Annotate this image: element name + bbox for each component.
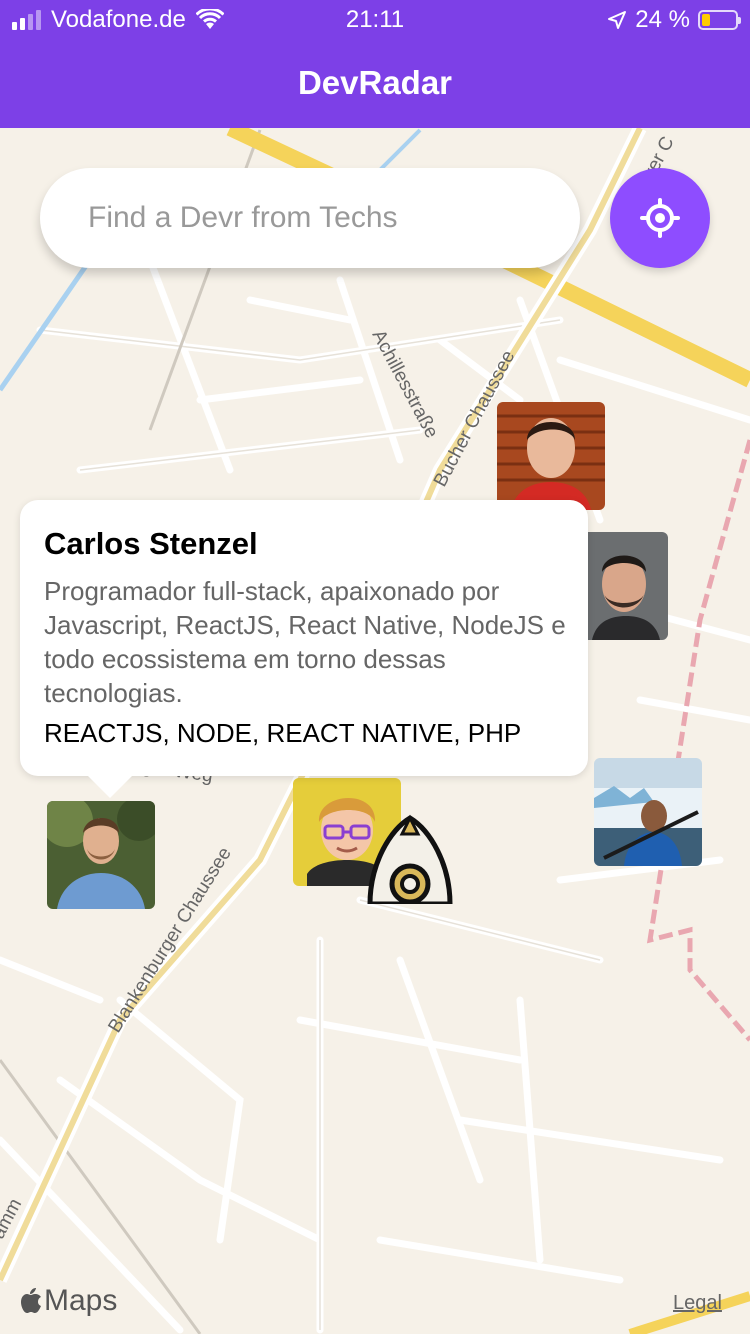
dev-marker-avatar[interactable]: [47, 801, 155, 909]
dev-callout[interactable]: Carlos Stenzel Programador full-stack, a…: [20, 500, 588, 798]
battery-percent: 24 %: [635, 6, 690, 33]
apple-icon: [21, 1288, 41, 1313]
maps-attribution: Maps: [20, 1284, 117, 1318]
search-input[interactable]: [40, 168, 580, 268]
status-bar: Vodafone.de 21:11 24 %: [0, 0, 750, 40]
dev-marker-avatar[interactable]: [360, 812, 460, 904]
dev-bio: Programador full-stack, apaixonado por J…: [44, 576, 566, 708]
location-arrow-icon: [608, 11, 627, 29]
app-title: DevRadar: [297, 64, 453, 101]
dev-techs: REACTJS, NODE, REACT NATIVE, PHP: [44, 718, 522, 748]
locate-button[interactable]: [610, 168, 710, 268]
crosshair-icon: [640, 198, 680, 238]
battery-icon: [698, 10, 741, 30]
app-header: DevRadar: [0, 40, 750, 128]
maps-label: Maps: [44, 1284, 118, 1317]
dev-marker-avatar[interactable]: [497, 402, 605, 510]
dev-name: Carlos Stenzel: [44, 526, 258, 561]
dev-marker-avatar[interactable]: [594, 758, 702, 866]
legal-link[interactable]: Legal: [673, 1292, 722, 1315]
